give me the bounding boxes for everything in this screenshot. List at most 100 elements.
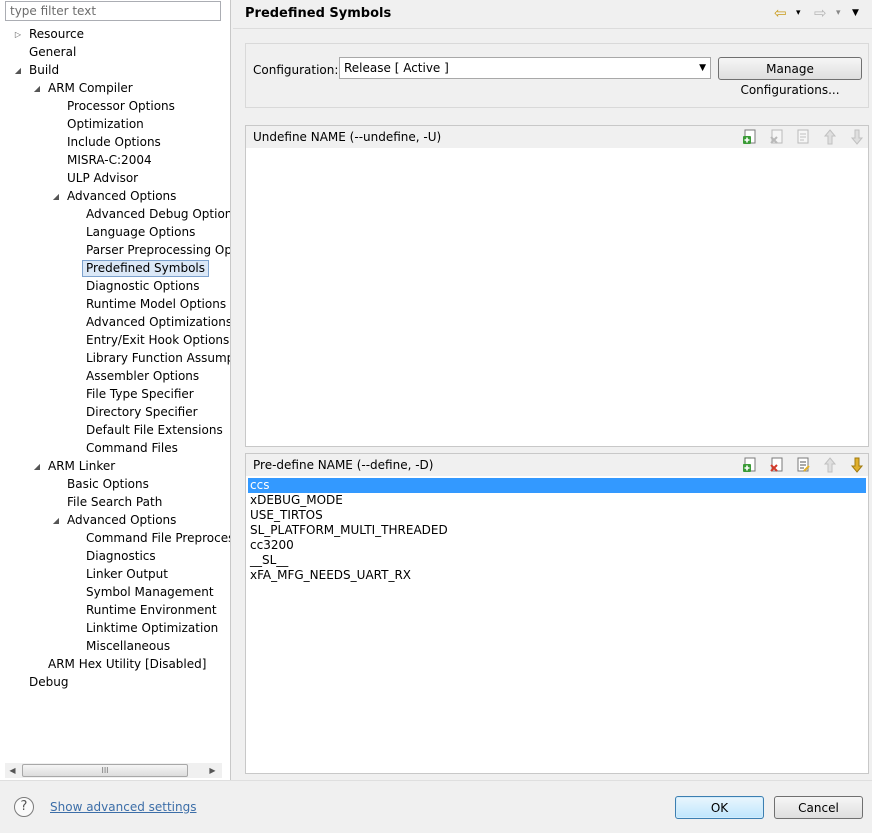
list-item[interactable]: USE_TIRTOS [248,508,866,523]
move-up-icon[interactable] [822,457,838,473]
move-down-icon[interactable] [849,457,865,473]
scroll-left-icon[interactable]: ◀ [5,763,20,778]
tree-item-label: Diagnostics [86,549,156,563]
navigation-controls: ⇦ ▾ ⇨ ▾ ▼ [774,4,866,22]
delete-icon[interactable] [769,129,785,145]
forward-history-dropdown-icon[interactable]: ▾ [836,4,841,22]
manage-configurations-button[interactable]: Manage Configurations... [718,57,862,97]
predefine-panel: Pre-define NAME (--define, -D) ccs xDEBUG… [245,453,869,774]
undefine-panel: Undefine NAME (--undefine, -U) [245,125,869,447]
delete-icon[interactable] [769,457,785,473]
view-menu-icon[interactable]: ▼ [852,4,859,22]
list-item[interactable]: xDEBUG_MODE [248,493,866,508]
list-item[interactable]: cc3200 [248,538,866,553]
tree-item-label: Linktime Optimization [86,621,219,635]
page-title: Predefined Symbols [245,6,392,21]
tree-item-label: ULP Advisor [67,171,139,185]
tree-item-label: Predefined Symbols [82,260,210,277]
predefine-toolbar [735,457,865,473]
tree-item-label: ARM Compiler [48,81,133,95]
tree-item-label: Directory Specifier [86,405,198,419]
tree-expander-icon[interactable]: ◢ [31,458,43,476]
tree-item-label: Language Options [86,225,196,239]
settings-tree: ▷ Resource General ◢ Build ◢ ARM Compiler Proce… [0,26,230,762]
add-icon[interactable] [742,457,758,473]
scroll-thumb[interactable]: III [22,764,188,777]
undefine-list[interactable] [248,150,866,444]
tree-expander-icon[interactable]: ◢ [31,80,43,98]
add-icon[interactable] [742,129,758,145]
move-up-icon[interactable] [822,129,838,145]
tree-expander-icon[interactable]: ◢ [50,512,62,530]
tree-item-label: Advanced Debug Options [86,207,230,221]
tree-horizontal-scrollbar[interactable]: ◀ III ▶ [5,763,222,778]
header-divider [233,28,872,29]
tree-item-label: File Search Path [67,495,163,509]
configuration-select[interactable]: Release [ Active ] ▼ [339,57,711,79]
tree-item-label: Diagnostic Options [86,279,200,293]
tree-item-label: Optimization [67,117,144,131]
list-item[interactable]: xFA_MFG_NEEDS_UART_RX [248,568,866,583]
list-item[interactable]: ccs [248,478,866,493]
move-down-icon[interactable] [849,129,865,145]
predefine-panel-title: Pre-define NAME (--define, -D) [253,458,434,472]
tree-expander-icon[interactable]: ▷ [12,26,24,44]
tree-item-label: Miscellaneous [86,639,171,653]
configuration-group: Configuration: Release [ Active ] ▼ Mana… [245,43,869,108]
tree-item-label: Entry/Exit Hook Options [86,333,230,347]
chevron-down-icon[interactable]: ▼ [699,58,706,78]
tree-item-label: Advanced Optimizations [86,315,230,329]
configuration-selected-value: Release [ Active ] [344,61,449,75]
show-advanced-settings-link[interactable]: Show advanced settings [50,800,197,814]
list-item[interactable]: SL_PLATFORM_MULTI_THREADED [248,523,866,538]
scroll-right-icon[interactable]: ▶ [205,763,220,778]
forward-arrow-icon[interactable]: ⇨ [814,4,827,22]
tree-item-label: Debug [29,675,69,689]
tree-item-label: Advanced Options [67,513,177,527]
undefine-panel-title: Undefine NAME (--undefine, -U) [253,130,442,144]
help-icon[interactable]: ? [14,797,34,817]
edit-icon[interactable] [795,457,811,473]
tree-item-label: ARM Hex Utility [Disabled] [48,657,207,671]
cancel-button[interactable]: Cancel [774,796,863,819]
edit-icon[interactable] [795,129,811,145]
tree-item-label: Runtime Model Options [86,297,227,311]
settings-tree-pane: ▷ Resource General ◢ Build ◢ ARM Compiler Proce… [0,0,231,780]
back-history-dropdown-icon[interactable]: ▾ [796,4,801,22]
tree-item-label: Default File Extensions [86,423,223,437]
tree-item-label: Include Options [67,135,161,149]
ok-button[interactable]: OK [675,796,764,819]
tree-item-label: Assembler Options [86,369,200,383]
tree-item-label: General [29,45,77,59]
tree-expander-icon[interactable]: ◢ [50,188,62,206]
undefine-panel-header: Undefine NAME (--undefine, -U) [246,126,868,148]
dialog-footer: ? Show advanced settings OK Cancel [0,780,872,833]
predefine-list[interactable]: ccs xDEBUG_MODE USE_TIRTOS SL_PLATFORM_MULT… [248,478,866,771]
filter-input[interactable] [5,1,221,21]
tree-expander-icon[interactable]: ◢ [12,62,24,80]
back-arrow-icon[interactable]: ⇦ [774,4,787,22]
list-item[interactable]: __SL__ [248,553,866,568]
tree-item-label: Basic Options [67,477,149,491]
